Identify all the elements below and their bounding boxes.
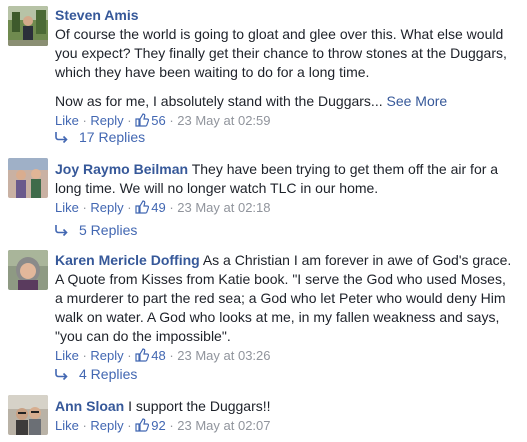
avatar[interactable] bbox=[8, 395, 48, 435]
reply-link[interactable]: Reply bbox=[90, 200, 123, 215]
replies-link[interactable]: 5 Replies bbox=[55, 219, 137, 241]
avatar[interactable] bbox=[8, 250, 48, 290]
author-name[interactable]: Ann Sloan bbox=[55, 398, 124, 414]
author-name[interactable]: Joy Raymo Beilman bbox=[55, 161, 188, 177]
comment-text: I support the Duggars!! bbox=[128, 398, 271, 414]
replies-link[interactable]: 17 Replies bbox=[55, 126, 145, 148]
reply-link[interactable]: Reply bbox=[90, 418, 123, 433]
timestamp[interactable]: 23 May at 03:26 bbox=[177, 348, 270, 363]
comment-actions: Like · Reply · 49 · 23 May at 02:18 bbox=[55, 200, 271, 215]
reply-arrow-icon bbox=[55, 225, 68, 237]
timestamp[interactable]: 23 May at 02:18 bbox=[177, 200, 270, 215]
timestamp[interactable]: 23 May at 02:07 bbox=[177, 418, 270, 433]
like-link[interactable]: Like bbox=[55, 348, 79, 363]
like-count[interactable]: 48 bbox=[135, 348, 166, 363]
author-name[interactable]: Steven Amis bbox=[55, 7, 139, 23]
author-name[interactable]: Karen Mericle Doffing bbox=[55, 252, 200, 268]
avatar[interactable] bbox=[8, 6, 48, 46]
thumbs-up-icon bbox=[135, 418, 150, 432]
reply-link[interactable]: Reply bbox=[90, 348, 123, 363]
comment-text: Of course the world is going to gloat an… bbox=[55, 26, 507, 80]
like-link[interactable]: Like bbox=[55, 418, 79, 433]
reply-arrow-icon bbox=[55, 369, 68, 381]
thumbs-up-icon bbox=[135, 113, 150, 127]
thumbs-up-icon bbox=[135, 200, 150, 214]
timestamp[interactable]: 23 May at 02:59 bbox=[177, 113, 270, 128]
replies-link[interactable]: 4 Replies bbox=[55, 363, 137, 385]
see-more-link[interactable]: See More bbox=[387, 93, 448, 109]
avatar[interactable] bbox=[8, 158, 48, 198]
thumbs-up-icon bbox=[135, 348, 150, 362]
like-count[interactable]: 49 bbox=[135, 200, 166, 215]
comment-text: Now as for me, I absolutely stand with t… bbox=[55, 93, 383, 109]
comment-actions: Like · Reply · 92 · 23 May at 02:07 bbox=[55, 418, 271, 433]
like-link[interactable]: Like bbox=[55, 200, 79, 215]
like-count[interactable]: 92 bbox=[135, 418, 166, 433]
reply-arrow-icon bbox=[55, 132, 68, 144]
